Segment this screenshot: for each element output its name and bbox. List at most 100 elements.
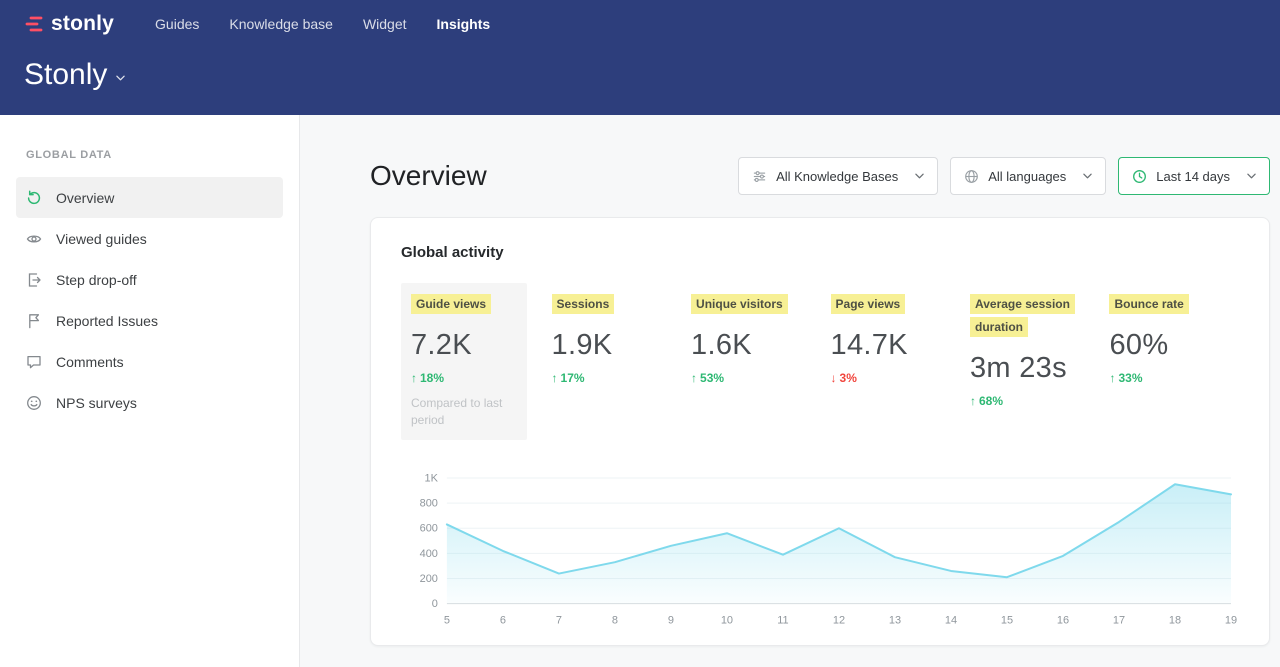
svg-text:14: 14 xyxy=(945,614,957,626)
metric-value: 3m 23s xyxy=(970,352,1089,385)
svg-text:6: 6 xyxy=(500,614,506,626)
sidebar-item-overview[interactable]: Overview xyxy=(16,177,283,218)
page-title: Overview xyxy=(370,160,487,192)
chevron-down-icon xyxy=(915,173,924,179)
svg-text:15: 15 xyxy=(1001,614,1013,626)
arrow-up-icon: ↑ xyxy=(691,371,697,385)
metric-label: Guide views xyxy=(411,294,491,314)
metric-delta: ↑17% xyxy=(552,371,671,385)
filter-sliders-icon xyxy=(752,169,767,184)
metric-label-wrap: Page views xyxy=(831,293,950,316)
filters-row: All Knowledge Bases All languages Last 14 … xyxy=(738,157,1270,195)
metric-label: Unique visitors xyxy=(691,294,788,314)
arrow-up-icon: ↑ xyxy=(1109,371,1115,385)
filter-label: All Knowledge Bases xyxy=(776,169,898,184)
metric-delta-value: 3% xyxy=(840,371,857,385)
metric-value: 14.7K xyxy=(831,329,950,362)
sidebar-item-viewed-guides[interactable]: Viewed guides xyxy=(16,218,283,259)
metric-label-wrap: Bounce rate xyxy=(1109,293,1228,316)
nav-item-guides[interactable]: Guides xyxy=(155,16,199,32)
sidebar-item-label: Overview xyxy=(56,190,114,206)
filter-all-knowledge-bases[interactable]: All Knowledge Bases xyxy=(738,157,938,195)
workspace-title[interactable]: Stonly xyxy=(24,58,107,92)
svg-text:7: 7 xyxy=(556,614,562,626)
metric-label-wrap: Unique visitors xyxy=(691,293,810,316)
arrow-up-icon: ↑ xyxy=(411,371,417,385)
metric-delta: ↑53% xyxy=(691,371,810,385)
metric-page-views[interactable]: Page views 14.7K ↓3% xyxy=(821,283,960,395)
chevron-down-icon xyxy=(1083,173,1092,179)
filter-all-languages[interactable]: All languages xyxy=(950,157,1106,195)
metric-value: 1.9K xyxy=(552,329,671,362)
metric-label: Sessions xyxy=(552,294,615,314)
arrow-up-icon: ↑ xyxy=(552,371,558,385)
chevron-down-icon[interactable] xyxy=(116,75,125,81)
sidebar-nav: Overview Viewed guides Step drop-off Report… xyxy=(0,177,299,423)
svg-text:400: 400 xyxy=(420,547,438,559)
metric-delta-value: 17% xyxy=(561,371,585,385)
filter-last-14-days[interactable]: Last 14 days xyxy=(1118,157,1270,195)
sidebar-section-label: GLOBAL DATA xyxy=(0,149,299,161)
arrow-up-icon: ↑ xyxy=(970,394,976,408)
metric-delta: ↑68% xyxy=(970,394,1089,408)
chart-wrap: 02004006008001K5678910111213141516171819 xyxy=(401,468,1239,640)
sidebar-item-label: Reported Issues xyxy=(56,313,158,329)
title-row: Overview All Knowledge Bases All language… xyxy=(370,157,1270,195)
comment-icon xyxy=(26,354,42,370)
sidebar-item-comments[interactable]: Comments xyxy=(16,341,283,382)
metrics-row: Guide views 7.2K ↑18% Compared to last peri… xyxy=(401,283,1239,440)
top-navbar: stonly Guides Knowledge base Widget Insight… xyxy=(0,0,1280,115)
nav-item-knowledge-base[interactable]: Knowledge base xyxy=(229,16,333,32)
metric-delta: ↑18% xyxy=(411,371,517,385)
global-activity-card: Global activity Guide views 7.2K ↑18% Compa… xyxy=(370,217,1270,646)
svg-text:13: 13 xyxy=(889,614,901,626)
metric-bounce-rate[interactable]: Bounce rate60%↑33% xyxy=(1099,283,1238,395)
metric-label: Page views xyxy=(831,294,906,314)
svg-text:19: 19 xyxy=(1225,614,1237,626)
metric-sessions[interactable]: Sessions 1.9K ↑17% xyxy=(542,283,681,395)
metric-note: Compared to last period xyxy=(411,395,515,430)
svg-text:11: 11 xyxy=(777,614,788,626)
stonly-logo[interactable]: stonly xyxy=(24,12,114,36)
chevron-down-icon xyxy=(1247,173,1256,179)
arrow-down-icon: ↓ xyxy=(831,371,837,385)
sidebar-item-reported-issues[interactable]: Reported Issues xyxy=(16,300,283,341)
svg-text:18: 18 xyxy=(1169,614,1181,626)
primary-nav-row: stonly Guides Knowledge base Widget Insight… xyxy=(24,0,1280,42)
svg-text:17: 17 xyxy=(1113,614,1125,626)
filter-label: Last 14 days xyxy=(1156,169,1230,184)
svg-text:9: 9 xyxy=(668,614,674,626)
metric-value: 1.6K xyxy=(691,329,810,362)
metric-label: Average session duration xyxy=(970,294,1075,337)
main-content: Overview All Knowledge Bases All language… xyxy=(300,115,1280,667)
overview-icon xyxy=(26,190,42,206)
metric-unique-visitors[interactable]: Unique visitors 1.6K ↑53% xyxy=(681,283,820,395)
nav-item-widget[interactable]: Widget xyxy=(363,16,407,32)
metric-label-wrap: Sessions xyxy=(552,293,671,316)
eye-icon xyxy=(26,231,42,247)
card-title: Global activity xyxy=(401,244,1239,261)
globe-icon xyxy=(964,169,979,184)
metric-delta: ↑33% xyxy=(1109,371,1228,385)
metric-guide-views[interactable]: Guide views 7.2K ↑18% Compared to last peri… xyxy=(401,283,527,440)
sidebar-item-label: Step drop-off xyxy=(56,272,137,288)
sidebar-item-step-drop-off[interactable]: Step drop-off xyxy=(16,259,283,300)
svg-text:12: 12 xyxy=(833,614,845,626)
step-dropoff-icon xyxy=(26,272,42,288)
metric-delta-value: 33% xyxy=(1118,371,1142,385)
brand-name: stonly xyxy=(51,12,114,36)
nav-item-insights[interactable]: Insights xyxy=(437,16,491,32)
metric-average-session-duration[interactable]: Average session duration 3m 23s ↑68% xyxy=(960,283,1099,418)
metric-delta: ↓3% xyxy=(831,371,950,385)
svg-text:8: 8 xyxy=(612,614,618,626)
sidebar-item-label: Comments xyxy=(56,354,124,370)
primary-nav: Guides Knowledge base Widget Insights xyxy=(140,16,505,32)
sidebar-item-nps-surveys[interactable]: NPS surveys xyxy=(16,382,283,423)
sidebar-item-label: NPS surveys xyxy=(56,395,137,411)
svg-text:16: 16 xyxy=(1057,614,1069,626)
metric-label-wrap: Average session duration xyxy=(970,293,1089,339)
metric-value: 7.2K xyxy=(411,329,517,362)
clock-icon xyxy=(1132,169,1147,184)
svg-text:5: 5 xyxy=(444,614,450,626)
svg-text:800: 800 xyxy=(420,497,438,509)
